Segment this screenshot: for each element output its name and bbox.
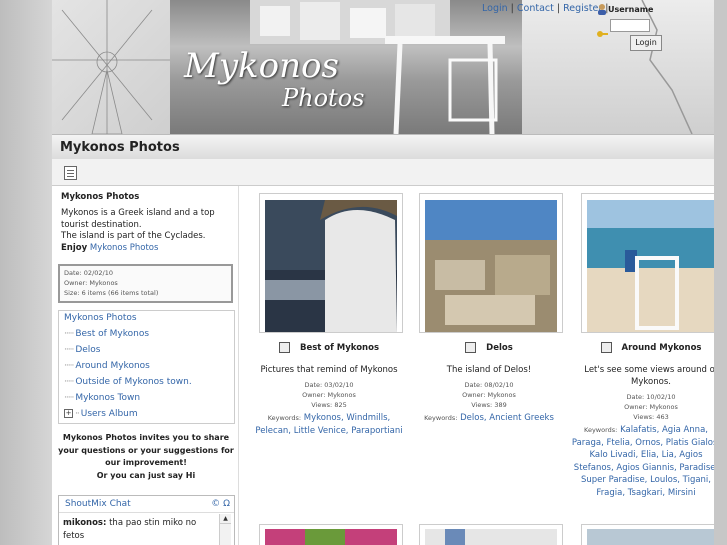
album-tree: Mykonos Photos ····· Best of Mykonos ····… [58, 310, 235, 424]
album-grid: Best of Mykonos Pictures that remind of … [239, 186, 714, 545]
tree-item: ····· Best of Mykonos [64, 329, 150, 339]
windmill-photo [265, 200, 397, 332]
page-title: Mykonos Photos [60, 140, 180, 155]
album-description: The island of Delos! [446, 365, 532, 375]
tree-item: ····· Around Mykonos [64, 361, 150, 371]
header-photo: Mykonos Photos [170, 0, 522, 134]
key-icon [597, 31, 608, 37]
info-owner: Owner: Mykonos [64, 279, 118, 287]
tree-root[interactable]: Mykonos Photos [64, 313, 137, 323]
album-keywords: Keywords: Delos, Ancient Greeks [424, 413, 554, 423]
album-views: Views: 463 [633, 413, 669, 421]
album-date: Date: 08/02/10 [464, 381, 514, 389]
contact-link[interactable]: Contact [517, 3, 554, 14]
header-title-sub: Photos [282, 84, 365, 112]
shout-options-icon[interactable]: © Ω [211, 496, 230, 512]
shoutmix-chat: ShoutMix Chat © Ω mikonos: tha pao stin … [58, 495, 235, 545]
tree-item-outside-town[interactable]: Outside of Mykonos town. [75, 377, 191, 387]
shout-message: mikonos: tha pao stin miko no fetos [63, 518, 197, 541]
album-info-box: Date: 02/02/10 Owner: Mykonos Size: 6 it… [58, 264, 233, 303]
album-views: Views: 389 [471, 401, 507, 409]
album-owner: Owner: Mykonos [462, 391, 516, 399]
header-sketch-image [52, 0, 170, 134]
username-input[interactable] [610, 18, 650, 32]
tree-item-users-album[interactable]: Users Album [81, 409, 138, 419]
site-header: Mykonos Photos Login | Contact | Registe… [52, 0, 714, 134]
album-title[interactable]: Best of Mykonos [300, 343, 379, 353]
page-background-right [714, 0, 727, 545]
album-views: Views: 825 [311, 401, 347, 409]
username-label: Username [608, 4, 654, 14]
album-keywords: Keywords: Mykonos, Windmills, Pelecan, L… [255, 413, 403, 436]
album-date: Date: 03/02/10 [304, 381, 354, 389]
album-icon [278, 342, 290, 353]
album-title[interactable]: Delos [486, 343, 513, 353]
sea-photo [587, 529, 714, 545]
album-description: Let's see some views around of Mykonos. [584, 365, 714, 387]
header-links: Login | Contact | Register | [482, 3, 609, 14]
tree-item: ····· Mykonos Town [64, 393, 141, 403]
header-title-main: Mykonos [184, 46, 339, 86]
shout-scrollbar[interactable]: ▲ [219, 514, 231, 545]
enjoy-link[interactable]: Mykonos Photos [90, 243, 159, 253]
album-owner: Owner: Mykonos [302, 391, 356, 399]
tree-item-best-of-mykonos[interactable]: Best of Mykonos [75, 329, 149, 339]
title-bar: Mykonos Photos [52, 134, 714, 160]
tree-item: ····· Outside of Mykonos town. [64, 377, 192, 387]
album-title: Mykonos Photos [61, 192, 140, 202]
album-icon [600, 342, 612, 353]
album-icon [465, 342, 477, 353]
left-column: Mykonos Photos Mykonos is a Greek island… [52, 186, 239, 545]
page-background-left [0, 0, 52, 545]
shout-title[interactable]: ShoutMix Chat [65, 499, 131, 509]
album-thumbnail[interactable] [259, 193, 403, 333]
tree-item-mykonos-town[interactable]: Mykonos Town [75, 393, 140, 403]
login-button[interactable]: Login [630, 35, 662, 51]
login-box: Username Login [596, 2, 662, 51]
tree-item-around-mykonos[interactable]: Around Mykonos [75, 361, 150, 371]
expand-plus-icon[interactable]: + [64, 409, 73, 418]
album-keywords: Keywords: Kalafatis, Agia Anna, Paraga, … [571, 425, 714, 498]
album-description: Mykonos is a Greek island and a top tour… [61, 208, 215, 253]
album-thumbnail[interactable] [419, 193, 563, 333]
tree-item-delos[interactable]: Delos [75, 345, 100, 355]
town-photo [425, 529, 557, 545]
album-thumbnail[interactable] [259, 524, 403, 545]
album-thumbnail[interactable] [419, 524, 563, 545]
album-description: Pictures that remind of Mykonos [260, 365, 398, 375]
info-date: Date: 02/02/10 [64, 269, 113, 277]
user-icon [598, 4, 606, 15]
album-thumbnail[interactable] [581, 193, 714, 333]
info-size: Size: 6 items (66 items total) [64, 289, 159, 297]
tree-item: ····· Delos [64, 345, 101, 355]
scroll-up-icon[interactable]: ▲ [220, 514, 231, 524]
album-title[interactable]: Around Mykonos [622, 343, 702, 353]
page: Mykonos Photos Login | Contact | Registe… [52, 0, 714, 545]
album-owner: Owner: Mykonos [624, 403, 678, 411]
delos-ruins-photo [425, 200, 557, 332]
login-link[interactable]: Login [482, 3, 508, 14]
flowers-photo [265, 529, 397, 545]
beach-chair-photo [587, 200, 714, 332]
tree-item: + ·· Users Album [64, 409, 138, 419]
windmill-sketch-icon [52, 0, 170, 134]
invite-text: Mykonos Photos invites you to share your… [58, 433, 234, 480]
album-thumbnail[interactable] [581, 524, 714, 545]
toolbar [52, 159, 714, 186]
album-date: Date: 10/02/10 [626, 393, 676, 401]
slideshow-icon[interactable] [64, 166, 77, 180]
